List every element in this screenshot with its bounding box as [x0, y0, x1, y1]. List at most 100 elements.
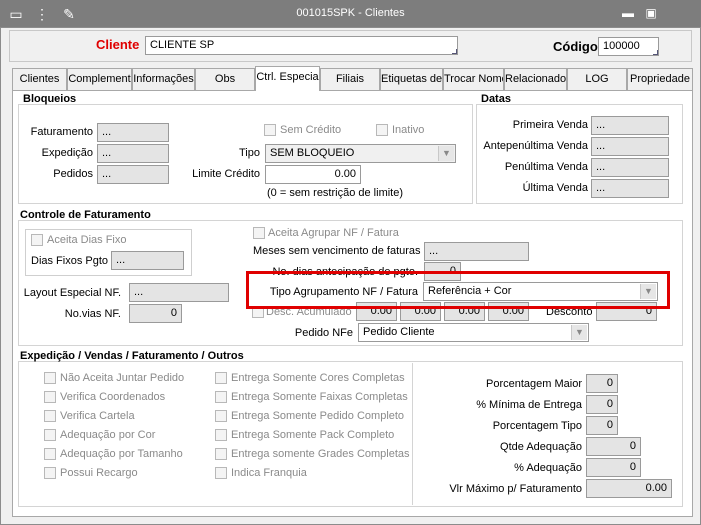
- tab-relacionado[interactable]: Relacionado: [504, 68, 567, 90]
- entrega-cores-label: Entrega Somente Cores Completas: [231, 372, 405, 384]
- verifica-coordenados-checkbox[interactable]: [44, 391, 56, 403]
- pct-min-label: % Mínima de Entrega: [476, 399, 582, 411]
- entrega-faixas-checkbox[interactable]: [215, 391, 227, 403]
- dias-fixos-label: Dias Fixos Pgto: [31, 255, 109, 267]
- pct-tipo-label: Porcentagem Tipo: [492, 420, 582, 432]
- entrega-grades-checkbox[interactable]: [215, 448, 227, 460]
- meses-field[interactable]: ...: [424, 242, 529, 261]
- limite-hint: (0 = sem restrição de limite): [267, 187, 404, 199]
- no-vias-field[interactable]: 0: [129, 304, 182, 323]
- pedido-nfe-select[interactable]: Pedido Cliente ▼: [358, 323, 589, 342]
- pedido-nfe-label: Pedido NFe: [294, 327, 353, 339]
- adequacao-cor-checkbox[interactable]: [44, 429, 56, 441]
- resize-handle-icon: [651, 48, 658, 55]
- layout-label: Layout Especial NF.: [23, 287, 121, 299]
- entrega-pack-checkbox[interactable]: [215, 429, 227, 441]
- aceita-agrupar-label: Aceita Agrupar NF / Fatura: [268, 227, 399, 239]
- tab-informacoes[interactable]: Informações: [132, 68, 195, 90]
- faturamento-label: Faturamento: [30, 126, 93, 138]
- sem-credito-label: Sem Crédito: [280, 124, 342, 136]
- indica-franquia-label: Indica Franquia: [231, 467, 307, 479]
- tab-propriedade[interactable]: Propriedade: [627, 68, 693, 90]
- pct-adequacao-field[interactable]: 0: [586, 458, 641, 477]
- expedicao-label: Expedição: [41, 147, 93, 159]
- vlr-max-label: Vlr Máximo p/ Faturamento: [449, 483, 582, 495]
- limite-credito-label: Limite Crédito: [192, 168, 260, 180]
- resize-handle-icon: [450, 47, 457, 54]
- possui-recargo-label: Possui Recargo: [60, 467, 138, 479]
- codigo-field[interactable]: 100000: [598, 37, 659, 56]
- inativo-checkbox[interactable]: [376, 124, 388, 136]
- pedidos-field[interactable]: ...: [97, 165, 169, 184]
- entrega-pedido-label: Entrega Somente Pedido Completo: [231, 410, 405, 422]
- aceita-dias-fixo-label: Aceita Dias Fixo: [47, 234, 127, 246]
- nao-aceita-juntar-label: Não Aceita Juntar Pedido: [60, 372, 185, 384]
- faturamento-field[interactable]: ...: [97, 123, 169, 142]
- vlr-max-field[interactable]: 0.00: [586, 479, 672, 498]
- layout-field[interactable]: ...: [129, 283, 229, 302]
- no-vias-label: No.vias NF.: [64, 308, 121, 320]
- cliente-field[interactable]: CLIENTE SP: [145, 36, 458, 55]
- indica-franquia-checkbox[interactable]: [215, 467, 227, 479]
- adequacao-tamanho-checkbox[interactable]: [44, 448, 56, 460]
- ultima-venda-field[interactable]: ...: [591, 179, 669, 198]
- nao-aceita-juntar-checkbox[interactable]: [44, 372, 56, 384]
- adequacao-tamanho-label: Adequação por Tamanho: [60, 448, 183, 460]
- tab-complement[interactable]: Complement: [67, 68, 132, 90]
- primeira-venda-field[interactable]: ...: [591, 116, 669, 135]
- entrega-cores-checkbox[interactable]: [215, 372, 227, 384]
- bloqueios-title: Bloqueios: [23, 93, 77, 105]
- primeira-venda-label: Primeira Venda: [512, 119, 588, 131]
- verifica-cartela-label: Verifica Cartela: [60, 410, 135, 422]
- highlight-box: [246, 271, 670, 309]
- pct-maior-field[interactable]: 0: [586, 374, 618, 393]
- chevron-down-icon: ▼: [571, 325, 587, 340]
- cliente-label: Cliente: [96, 37, 140, 52]
- pct-maior-label: Porcentagem Maior: [486, 378, 582, 390]
- penultima-venda-field[interactable]: ...: [591, 158, 669, 177]
- entrega-pedido-checkbox[interactable]: [215, 410, 227, 422]
- pct-tipo-field[interactable]: 0: [586, 416, 618, 435]
- expedicao-title: Expedição / Vendas / Faturamento / Outro…: [20, 350, 244, 362]
- tab-filiais[interactable]: Filiais: [320, 68, 380, 90]
- qtde-adequacao-label: Qtde Adequação: [500, 441, 582, 453]
- meses-label: Meses sem vencimento de faturas: [253, 245, 421, 257]
- divider: [412, 363, 413, 505]
- tipo-value: SEM BLOQUEIO: [270, 147, 355, 159]
- datas-title: Datas: [481, 93, 511, 105]
- inativo-label: Inativo: [392, 124, 425, 136]
- tab-log[interactable]: LOG: [567, 68, 627, 90]
- verifica-cartela-checkbox[interactable]: [44, 410, 56, 422]
- controle-title: Controle de Faturamento: [20, 209, 151, 221]
- pedidos-label: Pedidos: [53, 168, 93, 180]
- expedicao-field[interactable]: ...: [97, 144, 169, 163]
- limite-credito-field[interactable]: 0.00: [265, 165, 361, 184]
- entrega-pack-label: Entrega Somente Pack Completo: [231, 429, 395, 441]
- penultima-venda-label: Penúltima Venda: [504, 161, 588, 173]
- codigo-label: Código: [553, 39, 598, 54]
- tab-clientes[interactable]: Clientes: [12, 68, 67, 90]
- verifica-coordenados-label: Verifica Coordenados: [60, 391, 166, 403]
- tab-etiquetas[interactable]: Etiquetas de: [380, 68, 443, 90]
- pct-min-field[interactable]: 0: [586, 395, 618, 414]
- entrega-grades-label: Entrega somente Grades Completas: [231, 448, 410, 460]
- title-bar: ▭ ⋮ ✎ 001015SPK - Clientes ▬ ▣: [0, 0, 701, 27]
- aceita-agrupar-checkbox[interactable]: [253, 227, 265, 239]
- tab-obs[interactable]: Obs: [195, 68, 255, 90]
- qtde-adequacao-field[interactable]: 0: [586, 437, 641, 456]
- minimize-icon[interactable]: ▬: [621, 6, 635, 20]
- antepenultima-venda-field[interactable]: ...: [591, 137, 669, 156]
- aceita-dias-fixo-checkbox[interactable]: [31, 234, 43, 246]
- maximize-icon[interactable]: ▣: [644, 6, 658, 20]
- ultima-venda-label: Última Venda: [522, 182, 588, 194]
- chevron-down-icon: ▼: [438, 146, 454, 161]
- possui-recargo-checkbox[interactable]: [44, 467, 56, 479]
- tab-trocar-nome[interactable]: Trocar Nome: [443, 68, 504, 90]
- entrega-faixas-label: Entrega Somente Faixas Completas: [231, 391, 408, 403]
- tipo-select[interactable]: SEM BLOQUEIO ▼: [265, 144, 456, 163]
- sem-credito-checkbox[interactable]: [264, 124, 276, 136]
- tab-ctrl-especial[interactable]: Ctrl. Especia: [255, 66, 320, 91]
- dias-fixos-field[interactable]: ...: [111, 251, 184, 270]
- adequacao-cor-label: Adequação por Cor: [60, 429, 156, 441]
- tipo-label: Tipo: [239, 147, 260, 159]
